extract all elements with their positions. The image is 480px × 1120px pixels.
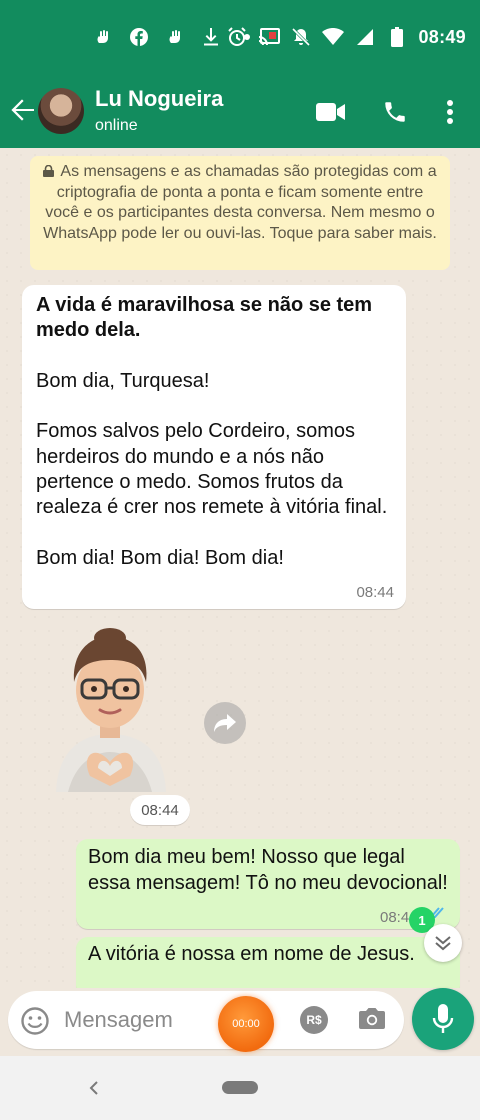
nav-back-icon[interactable] bbox=[84, 1076, 104, 1100]
message-paragraph: Bom dia, Turquesa! bbox=[36, 369, 210, 392]
memoji-sticker[interactable] bbox=[46, 626, 174, 792]
contact-name[interactable]: Lu Nogueira bbox=[95, 86, 223, 112]
sticker-time: 08:44 bbox=[130, 795, 190, 825]
contact-status: online bbox=[95, 117, 138, 134]
download-icon bbox=[200, 26, 222, 48]
more-options-icon[interactable] bbox=[434, 96, 466, 128]
system-navigation-bar bbox=[0, 1056, 480, 1120]
alarm-icon bbox=[226, 26, 248, 48]
hand-icon bbox=[92, 26, 114, 48]
encryption-notice-text: As mensagens e as chamadas são protegida… bbox=[43, 163, 437, 242]
facebook-icon bbox=[128, 26, 150, 48]
message-time: 08:44 bbox=[356, 583, 394, 601]
message-text: A vitória é nossa em nome de Jesus. bbox=[88, 943, 415, 965]
chat-header: Lu Nogueira online bbox=[0, 76, 480, 148]
forward-button[interactable] bbox=[204, 702, 246, 744]
cast-icon bbox=[258, 26, 281, 48]
message-input-container[interactable]: 00:00 R$ bbox=[8, 991, 404, 1052]
message-paragraph: Bom dia! Bom dia! Bom dia! bbox=[36, 546, 284, 569]
muted-bell-icon bbox=[290, 26, 312, 48]
camera-icon[interactable] bbox=[358, 1005, 388, 1035]
lock-icon bbox=[43, 165, 55, 177]
message-title: A vida é maravilhosa se não se tem medo … bbox=[36, 294, 373, 342]
incoming-message[interactable]: A vida é maravilhosa se não se tem medo … bbox=[22, 285, 406, 609]
forward-icon bbox=[214, 714, 236, 732]
chat-area[interactable]: As mensagens e as chamadas são protegida… bbox=[0, 148, 480, 988]
message-text: Bom dia meu bem! Nosso que legal essa me… bbox=[88, 846, 448, 894]
battery-icon bbox=[386, 26, 408, 48]
message-time: 08:4 bbox=[380, 909, 410, 926]
payment-button[interactable]: R$ bbox=[300, 1006, 328, 1034]
wifi-icon bbox=[322, 26, 345, 48]
double-chevron-down-icon bbox=[435, 936, 451, 951]
status-bar: 08:49 bbox=[0, 0, 480, 76]
outgoing-message[interactable]: Bom dia meu bem! Nosso que legal essa me… bbox=[76, 839, 460, 929]
signal-icon bbox=[354, 26, 376, 48]
hand-icon bbox=[164, 26, 186, 48]
message-paragraph: Fomos salvos pelo Cordeiro, somos herdei… bbox=[36, 420, 388, 519]
recording-timer[interactable]: 00:00 bbox=[218, 996, 274, 1052]
nav-home-pill[interactable] bbox=[222, 1081, 258, 1094]
encryption-notice[interactable]: As mensagens e as chamadas são protegida… bbox=[30, 156, 450, 270]
outgoing-message[interactable]: A vitória é nossa em nome de Jesus. bbox=[76, 937, 460, 988]
scroll-to-bottom-button[interactable] bbox=[424, 924, 462, 962]
voice-call-icon[interactable] bbox=[379, 96, 411, 128]
mic-icon bbox=[432, 1004, 454, 1033]
message-input[interactable] bbox=[64, 1003, 214, 1037]
back-arrow-icon[interactable] bbox=[8, 96, 36, 124]
video-call-icon[interactable] bbox=[315, 96, 347, 128]
message-composer: 00:00 R$ bbox=[0, 988, 480, 1056]
clock: 08:49 bbox=[418, 26, 466, 47]
system-icons: 08:49 bbox=[226, 26, 466, 48]
emoji-icon[interactable] bbox=[20, 1006, 50, 1036]
mic-button[interactable] bbox=[412, 988, 474, 1050]
avatar[interactable] bbox=[38, 88, 84, 134]
